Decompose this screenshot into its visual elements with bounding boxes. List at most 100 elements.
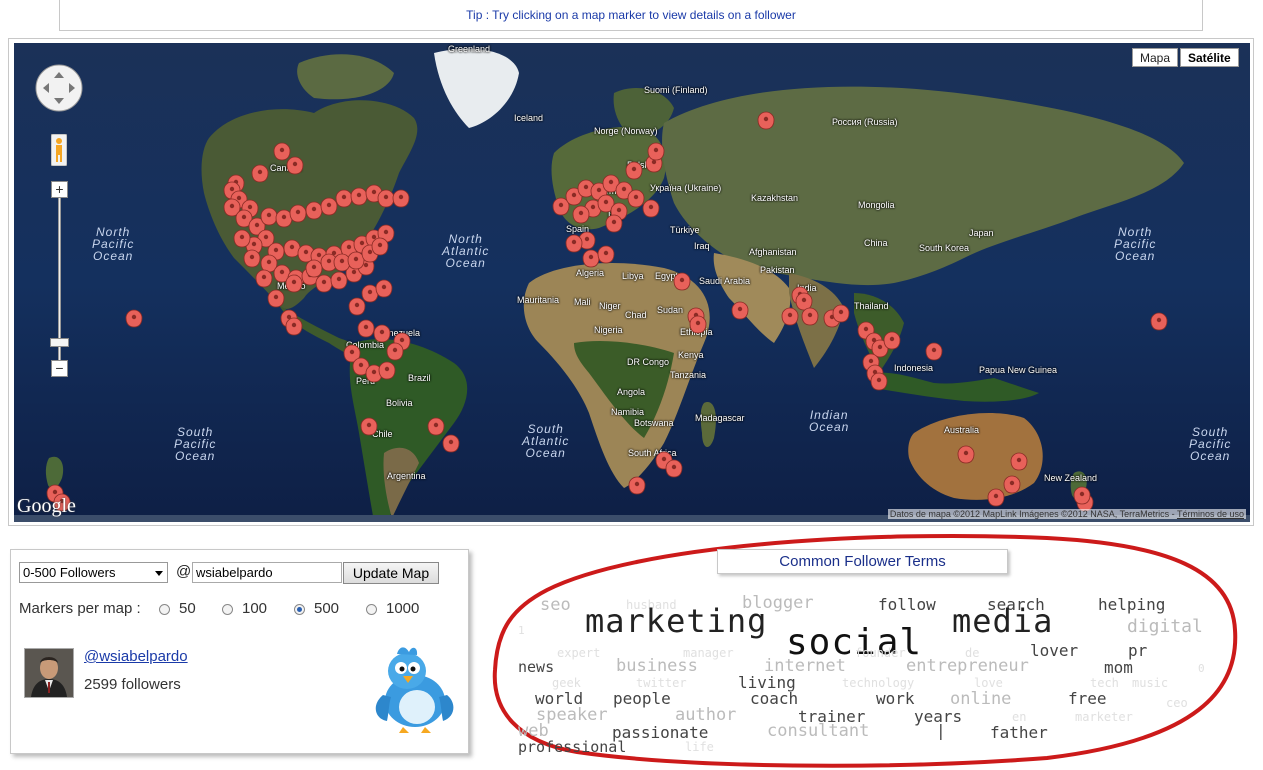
map-marker[interactable] xyxy=(689,315,707,334)
pegman-icon[interactable] xyxy=(51,134,67,166)
map-marker[interactable] xyxy=(795,292,813,311)
controls-panel: 0-500 Followers @ Update Map Markers per… xyxy=(10,549,469,754)
map-marker[interactable] xyxy=(572,205,590,224)
map-marker[interactable] xyxy=(285,317,303,336)
map-marker[interactable] xyxy=(377,189,395,208)
follower-markers[interactable] xyxy=(14,43,1250,522)
map-marker[interactable] xyxy=(233,229,251,248)
terms-of-use-link[interactable]: Términos de uso xyxy=(1177,509,1244,519)
map-marker[interactable] xyxy=(870,372,888,391)
word-cloud: seo husband blogger follow search helping 1 mar… xyxy=(500,585,1220,765)
map-marker[interactable] xyxy=(832,304,850,323)
tip-banner: Tip : Try clicking on a map marker to vi… xyxy=(59,0,1203,31)
map-marker[interactable] xyxy=(427,417,445,436)
cloud-term: founder xyxy=(855,646,906,660)
map-marker[interactable] xyxy=(330,271,348,290)
markers-radio-1000[interactable] xyxy=(366,604,377,615)
map-marker[interactable] xyxy=(1010,452,1028,471)
handle-input[interactable] xyxy=(192,562,342,583)
map-marker[interactable] xyxy=(957,445,975,464)
map-marker[interactable] xyxy=(320,197,338,216)
zoom-out-button[interactable]: − xyxy=(51,360,68,377)
cloud-term: author xyxy=(675,705,737,725)
map-marker[interactable] xyxy=(285,274,303,293)
zoom-slider-thumb[interactable] xyxy=(50,338,69,347)
map-marker[interactable] xyxy=(781,307,799,326)
map-marker[interactable] xyxy=(275,209,293,228)
map-marker[interactable] xyxy=(627,189,645,208)
markers-radio-500[interactable] xyxy=(294,604,305,615)
world-map[interactable]: North Pacific Ocean North Atlantic Ocean… xyxy=(14,43,1250,522)
map-marker[interactable] xyxy=(386,342,404,361)
map-marker[interactable] xyxy=(373,324,391,343)
map-marker[interactable] xyxy=(283,239,301,258)
map-marker[interactable] xyxy=(731,301,749,320)
cloud-term: ceo xyxy=(1166,696,1188,710)
map-marker[interactable] xyxy=(801,307,819,326)
map-marker[interactable] xyxy=(597,245,615,264)
map-marker[interactable] xyxy=(757,111,775,130)
map-marker[interactable] xyxy=(255,269,273,288)
map-marker[interactable] xyxy=(647,142,665,161)
map-marker[interactable] xyxy=(286,156,304,175)
map-marker[interactable] xyxy=(605,214,623,233)
cloud-term: follow xyxy=(878,595,936,614)
map-marker[interactable] xyxy=(289,204,307,223)
markers-radio-50[interactable] xyxy=(159,604,170,615)
map-marker[interactable] xyxy=(1150,312,1168,331)
map-marker[interactable] xyxy=(350,187,368,206)
cloud-term: consultant xyxy=(767,721,870,741)
map-marker[interactable] xyxy=(360,417,378,436)
map-marker[interactable] xyxy=(925,342,943,361)
map-marker[interactable] xyxy=(361,284,379,303)
map-marker[interactable] xyxy=(333,253,351,272)
cloud-term: marketing xyxy=(585,602,768,640)
cloud-term: lover xyxy=(1030,641,1079,660)
map-marker[interactable] xyxy=(673,272,691,291)
cloud-term: people xyxy=(613,689,671,708)
map-marker[interactable] xyxy=(348,297,366,316)
map-marker[interactable] xyxy=(642,199,660,218)
map-marker[interactable] xyxy=(335,189,353,208)
pan-control[interactable] xyxy=(34,63,84,113)
cloud-term: free xyxy=(1068,689,1107,708)
map-marker[interactable] xyxy=(987,488,1005,507)
map-marker[interactable] xyxy=(375,279,393,298)
map-marker[interactable] xyxy=(267,289,285,308)
satellite-type-button[interactable]: Satélite xyxy=(1180,48,1239,67)
map-marker[interactable] xyxy=(625,161,643,180)
map-marker[interactable] xyxy=(371,237,389,256)
markers-option-label: 50 xyxy=(179,600,196,617)
map-marker[interactable] xyxy=(565,234,583,253)
common-follower-terms-title: Common Follower Terms xyxy=(717,549,1008,574)
map-marker[interactable] xyxy=(315,274,333,293)
map-marker[interactable] xyxy=(347,251,365,270)
update-map-button[interactable]: Update Map xyxy=(343,562,439,584)
map-marker[interactable] xyxy=(378,361,396,380)
map-marker[interactable] xyxy=(273,142,291,161)
map-marker[interactable] xyxy=(243,249,261,268)
cloud-term: coach xyxy=(750,689,799,708)
zoom-in-button[interactable]: + xyxy=(51,181,68,198)
map-marker[interactable] xyxy=(392,189,410,208)
at-symbol: @ xyxy=(176,563,192,580)
map-type-button[interactable]: Mapa xyxy=(1132,48,1179,67)
map-marker[interactable] xyxy=(442,434,460,453)
markers-radio-100[interactable] xyxy=(222,604,233,615)
map-marker[interactable] xyxy=(628,476,646,495)
cloud-term: music xyxy=(1132,676,1169,690)
username-link[interactable]: @wsiabelpardo xyxy=(84,648,188,665)
map-marker[interactable] xyxy=(665,459,683,478)
map-marker[interactable] xyxy=(305,259,323,278)
map-marker[interactable] xyxy=(125,309,143,328)
map-marker[interactable] xyxy=(582,249,600,268)
map-marker[interactable] xyxy=(1073,486,1091,505)
map-marker[interactable] xyxy=(260,207,278,226)
map-marker[interactable] xyxy=(251,164,269,183)
avatar[interactable] xyxy=(24,648,74,698)
map-marker[interactable] xyxy=(883,331,901,350)
map-marker[interactable] xyxy=(305,201,323,220)
follower-range-select[interactable]: 0-500 Followers xyxy=(19,562,168,583)
map-marker[interactable] xyxy=(357,319,375,338)
map-marker[interactable] xyxy=(1003,475,1021,494)
